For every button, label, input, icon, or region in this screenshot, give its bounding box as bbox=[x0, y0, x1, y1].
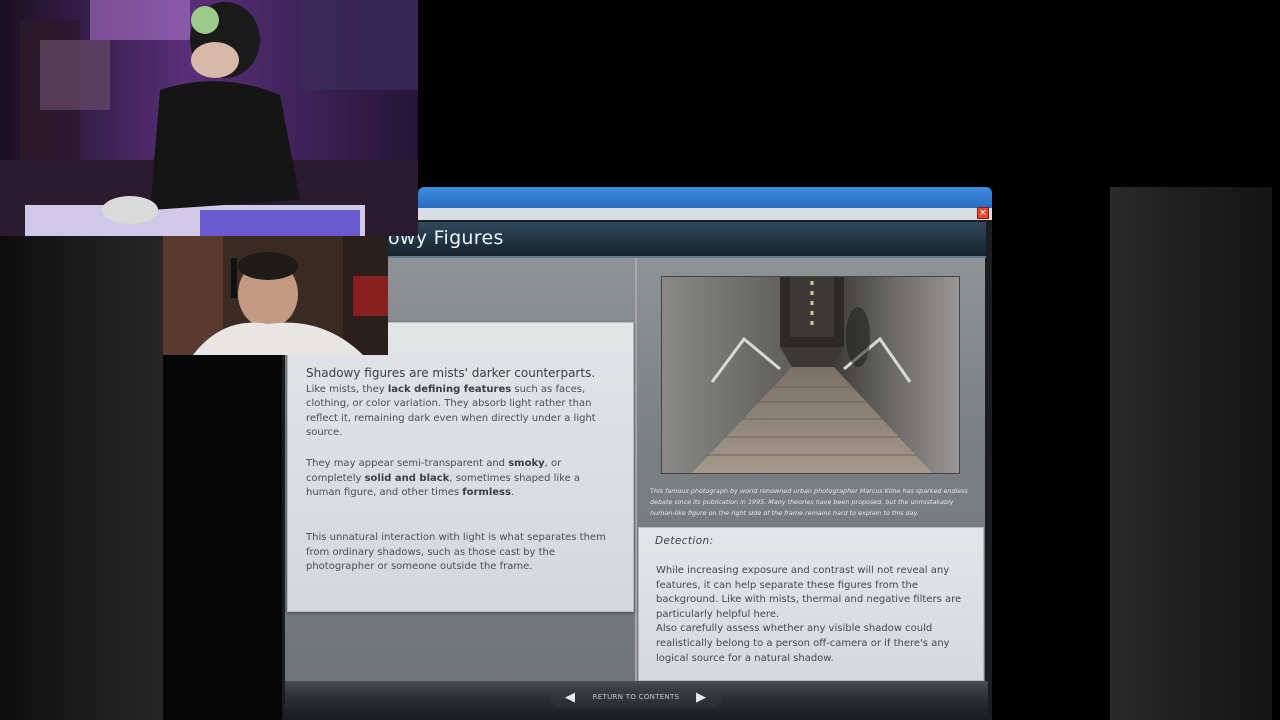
page-divider bbox=[635, 258, 637, 681]
paragraph-2-text-4: . bbox=[510, 487, 515, 499]
right-side-panel bbox=[1110, 187, 1272, 720]
stairwell-illustration bbox=[662, 277, 959, 473]
stairwell-photo bbox=[661, 276, 960, 474]
photo-caption: This famous photograph by world renowned… bbox=[650, 487, 968, 517]
webcam-feed-2 bbox=[163, 236, 388, 355]
webcam-overlay-top bbox=[0, 0, 418, 236]
webcam-feed-1 bbox=[0, 0, 418, 236]
next-page-icon[interactable]: ▶ bbox=[693, 690, 709, 706]
paragraph-1-bold: lack defining features bbox=[387, 383, 512, 395]
previous-page-icon[interactable]: ◀ bbox=[562, 690, 578, 706]
paragraph-1: Shadowy figures are mists' darker counte… bbox=[306, 366, 618, 441]
return-to-contents-link[interactable]: RETURN TO CONTENTS bbox=[585, 693, 687, 701]
paragraph-2: They may appear semi-transparent and smo… bbox=[306, 457, 618, 501]
detection-title: Detection: bbox=[655, 535, 714, 547]
close-button[interactable]: × bbox=[977, 207, 989, 219]
detection-text-1: While increasing exposure and contrast w… bbox=[656, 565, 962, 620]
paragraph-2-bold-1: smoky bbox=[508, 458, 545, 469]
left-side-panel bbox=[0, 236, 163, 720]
paragraph-2-bold-2: solid and black bbox=[364, 472, 450, 484]
paragraph-1-text: Like mists, they bbox=[306, 383, 388, 395]
paragraph-3: This unnatural interaction with light is… bbox=[306, 531, 618, 575]
paragraph-2-bold-3: formless bbox=[462, 487, 511, 499]
left-dark-area bbox=[163, 355, 283, 720]
webcam-overlay-bottom bbox=[163, 236, 388, 355]
paragraph-2-text: They may appear semi-transparent and bbox=[306, 458, 509, 469]
page-title: owy Figures bbox=[388, 227, 504, 249]
detection-text-2: Also carefully assess whether any visibl… bbox=[656, 623, 950, 664]
paragraph-3-text: This unnatural interaction with light is… bbox=[306, 532, 606, 573]
detection-body: While increasing exposure and contrast w… bbox=[656, 564, 974, 666]
window-toolbar-strip bbox=[418, 208, 992, 220]
paragraph-1-lead: Shadowy figures are mists' darker counte… bbox=[306, 366, 596, 380]
